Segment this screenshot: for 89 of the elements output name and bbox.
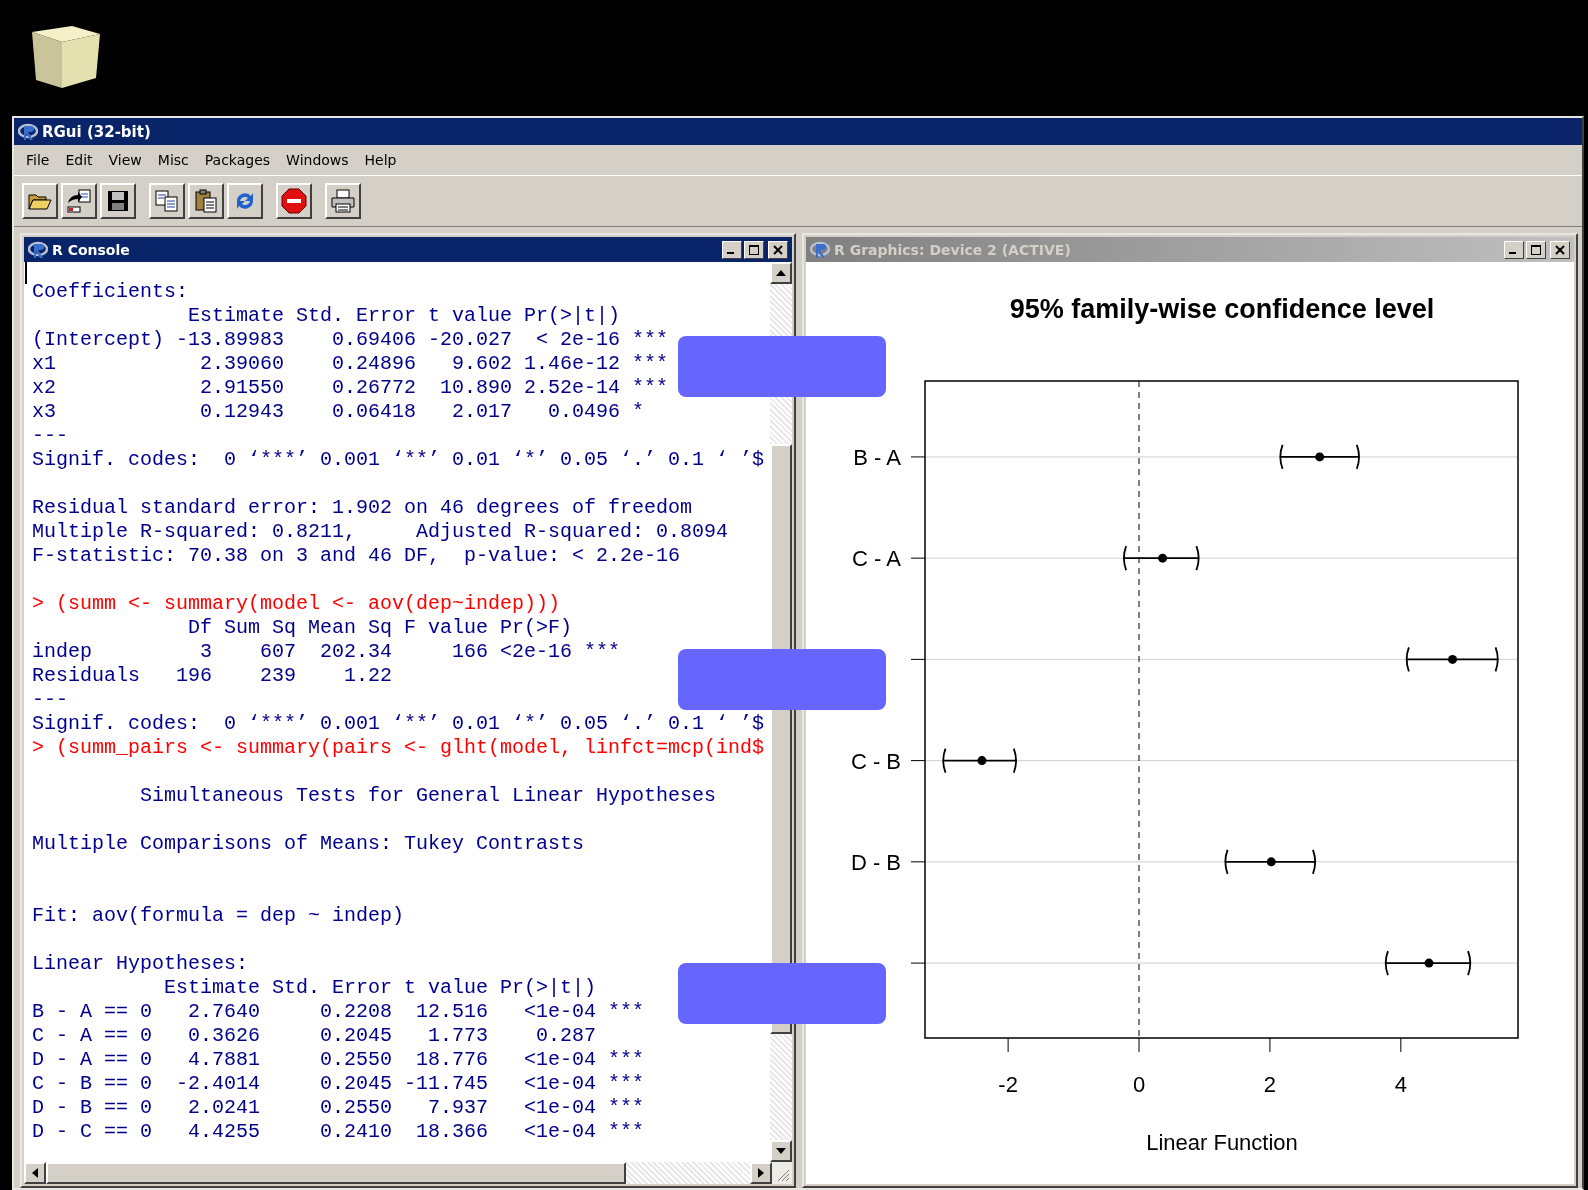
output-line: indep 3 607 202.34 166 <2e-16 ***: [32, 640, 622, 664]
estimate-point: [1266, 857, 1276, 867]
output-line: Residual standard error: 1.902 on 46 degrees of freedom: [32, 496, 694, 520]
output-line: Df Sum Sq Mean Sq F value Pr(>F): [187, 616, 574, 640]
output-line: Simultaneous Tests for General Linear Hypotheses: [139, 784, 718, 808]
menu-item[interactable]: Edit: [57, 152, 101, 168]
chart-title: 95% family-wise confidence level: [1009, 294, 1435, 324]
command-line: > (summ <- summary(model <- aov(dep~indep))): [32, 592, 562, 616]
toolbar-button[interactable]: [227, 183, 263, 219]
toolbar-button[interactable]: [61, 183, 97, 219]
scroll-down-icon[interactable]: [770, 1140, 792, 1162]
load-file-icon: [66, 189, 92, 213]
toolbar-button[interactable]: [188, 183, 224, 219]
toolbar-button[interactable]: [325, 183, 361, 219]
output-line: Estimate Std. Error t value Pr(>|t|): [187, 304, 622, 328]
r-logo-icon: [18, 122, 38, 141]
r-logo-icon: [28, 240, 48, 259]
toolbar-button[interactable]: [22, 183, 58, 219]
axis-label: -2: [998, 1072, 1018, 1097]
output-line: Residuals 196 239 1.22: [32, 664, 394, 688]
output-line: D - A == 0 4.7881 0.2550 18.776 <1e-04 ***: [32, 1048, 646, 1072]
output-line: ---: [32, 688, 69, 712]
menu-item[interactable]: View: [100, 152, 150, 168]
output-line: x1 2.39060 0.24896 9.602 1.46e-12 ***: [32, 352, 670, 376]
printer-icon: [330, 189, 356, 213]
output-line: C - A == 0 0.3626 0.2045 1.773 0.287: [32, 1024, 598, 1048]
minimize-button[interactable]: [722, 240, 742, 259]
output-line: Linear Hypotheses:: [32, 952, 250, 976]
output-line: D - B == 0 2.0241 0.2550 7.937 <1e-04 ***: [32, 1096, 646, 1120]
estimate-point: [977, 756, 987, 766]
stop-sign-icon: [281, 188, 307, 214]
output-line: x3 0.12943 0.06418 2.017 0.0496 *: [32, 400, 646, 424]
axis-label: C - B: [850, 748, 901, 774]
menu-item[interactable]: Packages: [196, 152, 279, 168]
copy-icon: [155, 190, 179, 212]
scroll-right-icon[interactable]: [750, 1162, 772, 1184]
open-folder-icon: [28, 191, 52, 211]
output-line: Fit: aov(formula = dep ~ indep): [32, 904, 406, 928]
close-icon: [1555, 244, 1565, 255]
output-line: Estimate Std. Error t value Pr(>|t|): [163, 976, 598, 1000]
output-line: Multiple Comparisons of Means: Tukey Contrasts: [32, 832, 586, 856]
menu-item[interactable]: Help: [356, 152, 405, 168]
output-line: (Intercept) -13.89983 0.69406 -20.027 < 2e-16 ***: [32, 328, 670, 352]
window-title: R Graphics: Device 2 (ACTIVE): [834, 241, 1071, 258]
menu-item[interactable]: Windows: [278, 152, 357, 168]
menu-item[interactable]: Misc: [149, 152, 197, 168]
estimate-point: [1158, 553, 1168, 563]
output-line: B - A == 0 2.7640 0.2208 12.516 <1e-04 ***: [32, 1000, 646, 1024]
output-line: F-statistic: 70.38 on 3 and 46 DF, p-value: < 2.2e-16: [32, 544, 682, 568]
output-line: ---: [32, 424, 69, 448]
output-line: x2 2.91550 0.26772 10.890 2.52e-14 ***: [32, 376, 670, 400]
text-cursor: [25, 262, 27, 284]
window-title: R Console: [52, 241, 130, 258]
minimize-icon: [1509, 252, 1516, 254]
toolbar-button[interactable]: [149, 183, 185, 219]
minimize-icon: [727, 252, 734, 254]
close-button[interactable]: [768, 240, 788, 259]
maximize-icon: [749, 244, 759, 255]
window-title: RGui (32-bit): [42, 122, 151, 141]
axis-label: 4: [1394, 1072, 1407, 1097]
maximize-button[interactable]: [744, 240, 764, 259]
axis-label: B - A: [853, 444, 901, 470]
output-line: Signif. codes: 0 ‘***’ 0.001 ‘**’ 0.01 ‘*’ 0.05 ‘.’ 0.1 ‘ ’$: [32, 712, 766, 736]
output-line: Coefficients:: [32, 280, 190, 304]
output-line: C - B == 0 -2.4014 0.2045 -11.745 <1e-04 ***: [32, 1072, 646, 1096]
output-line: Multiple R-squared: 0.8211, Adjusted R-squared: 0.8094: [32, 520, 730, 544]
scroll-up-icon[interactable]: [770, 262, 792, 284]
scroll-thumb[interactable]: [46, 1162, 626, 1184]
output-line: Signif. codes: 0 ‘***’ 0.001 ‘**’ 0.01 ‘*’ 0.05 ‘.’ 0.1 ‘ ’$: [32, 448, 766, 472]
output-line: D - C == 0 4.4255 0.2410 18.366 <1e-04 ***: [32, 1120, 646, 1144]
r-logo-icon: [810, 240, 830, 259]
axis-title: Linear Function: [1146, 1130, 1298, 1155]
toolbar-button[interactable]: [100, 183, 136, 219]
estimate-point: [1448, 654, 1458, 664]
estimate-point: [1424, 958, 1434, 968]
horizontal-scrollbar[interactable]: [24, 1162, 792, 1184]
axis-label: D - B: [850, 849, 901, 875]
close-icon: [773, 244, 783, 255]
command-line: > (summ_pairs <- summary(pairs <- glht(model, linfct=mcp(ind$: [32, 736, 766, 760]
estimate-point: [1315, 452, 1325, 462]
scroll-left-icon[interactable]: [24, 1162, 46, 1184]
maximize-icon: [1531, 244, 1541, 255]
axis-label: 2: [1263, 1072, 1277, 1097]
axis-label: 0: [1132, 1072, 1146, 1097]
resize-grip-icon[interactable]: [776, 1168, 790, 1182]
paste-clipboard-icon: [194, 189, 218, 213]
axis-label: C - A: [852, 546, 901, 572]
toolbar-button[interactable]: [276, 183, 312, 219]
menu-item[interactable]: File: [18, 152, 58, 168]
